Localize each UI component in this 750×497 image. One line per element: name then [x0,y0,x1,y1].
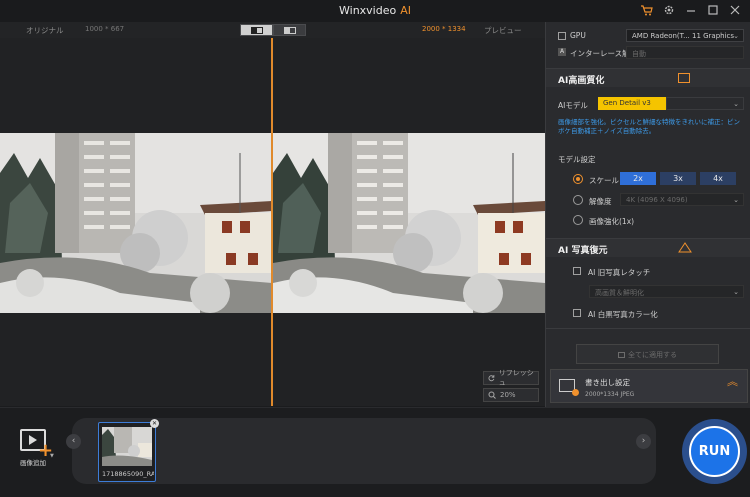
scale-label: スケール [589,176,619,185]
remove-thumbnail-icon[interactable]: ✕ [150,419,159,428]
settings-panel: GPU AMD Radeon(T... 11 Graphics ⌄ A インター… [545,22,750,407]
bottom-bar: + ▼ 画像追加 ‹ › 1718865090_RA ✕ RUN [0,407,750,497]
close-icon[interactable] [728,3,742,17]
gpu-value: AMD Radeon(T... 11 Graphics [632,32,735,40]
old-photo-select[interactable]: 高画質＆鮮明化 ⌄ [589,285,744,298]
chevron-down-icon: ⌄ [733,32,739,40]
gpu-select[interactable]: AMD Radeon(T... 11 Graphics ⌄ [626,29,744,42]
resolution-label: 解像度 [589,197,612,206]
minimize-icon[interactable] [684,3,698,17]
model-settings-label: モデル設定 [558,155,596,164]
thumbnail-strip [72,418,656,484]
scale-3x-button[interactable]: 3x [660,172,696,185]
export-title: 書き出し設定 [585,378,630,387]
add-image-label: 画像追加 [20,459,46,467]
upscale-icon [678,73,690,83]
window-title: Winxvideo AI [0,4,750,17]
scale-radio[interactable] [573,174,583,184]
restore-icon [678,242,692,253]
export-info: 2000*1334 JPEG [585,391,635,398]
export-settings-icon [559,379,579,396]
run-button[interactable]: RUN [682,419,747,484]
thumbnail-image [102,427,152,466]
zoom-icon [488,391,496,399]
gpu-checkbox[interactable] [558,32,566,40]
output-resolution: 2000 * 1334 [422,25,466,33]
old-photo-value: 高画質＆鮮明化 [595,289,644,297]
deinterlace-icon: A [558,48,566,56]
thumbnail-item[interactable]: 1718865090_RA ✕ [98,419,159,482]
chevron-up-icon[interactable]: ︽ [727,376,738,387]
apply-all-button[interactable]: 全てに適用する [576,344,719,364]
scroll-left-button[interactable]: ‹ [66,434,81,449]
refresh-icon [488,375,495,382]
model-value: Gen Detail v3 [603,99,651,107]
export-settings[interactable]: 書き出し設定 2000*1334 JPEG ︽ [550,369,748,403]
enhance-radio[interactable] [573,215,583,225]
refresh-button[interactable]: リフレッシュ [483,369,539,387]
model-select-dropdown[interactable]: ⌄ [666,97,744,110]
app-name: Winxvideo [339,4,397,17]
chevron-down-icon: ⌄ [733,196,739,204]
model-label: AIモデル [558,101,588,110]
apply-all-label: 全てに適用する [628,351,677,359]
side-by-side-view-button[interactable] [273,24,306,36]
app-name-ai: AI [400,4,411,17]
preview-canvas[interactable]: リフレッシュ 20% [0,38,545,406]
split-view-button[interactable] [240,24,273,36]
deinterlace-select[interactable]: 自動 [626,46,744,59]
add-image-button[interactable]: + ▼ 画像追加 [12,429,54,477]
resolution-select[interactable]: 4K (4096 X 4096) ⌄ [620,193,744,206]
original-image [0,133,272,313]
resolution-radio[interactable] [573,195,583,205]
original-label: オリジナル [26,26,64,35]
preview-image [273,133,545,313]
restore-title: AI 写真復元 [558,246,608,256]
upscale-title: AI高画質化 [558,76,605,86]
resolution-value: 4K (4096 X 4096) [626,196,688,204]
maximize-icon[interactable] [706,3,720,17]
apply-icon [618,352,625,358]
preview-label: プレビュー [484,26,522,35]
zoom-indicator[interactable]: 20% [483,388,539,402]
cart-icon[interactable] [640,3,654,17]
run-label: RUN [689,426,740,477]
side-by-side-icon [283,26,296,34]
thumbnail-name: 1718865090_RA [102,470,154,478]
zoom-value: 20% [500,391,516,399]
model-description: 画像細部を強化。ピクセルと鮮細な特徴をきれいに補正：ピンボケ自動補正＋ノイズ自動… [558,118,740,135]
colorize-label: AI 白黒写真カラー化 [588,310,658,319]
gpu-label: GPU [570,31,586,40]
enhance-label: 画像強化(1x) [589,217,635,226]
old-photo-checkbox[interactable] [573,267,581,275]
original-resolution: 1000 * 667 [85,25,125,33]
refresh-label: リフレッシュ [498,369,534,387]
title-bar: Winxvideo AI [0,0,750,22]
chevron-down-icon: ⌄ [733,288,739,296]
colorize-checkbox[interactable] [573,309,581,317]
split-view-icon [250,26,263,34]
model-select[interactable]: Gen Detail v3 [598,97,666,110]
view-mode-toggle [240,24,306,36]
scale-2x-button[interactable]: 2x [620,172,656,185]
old-photo-label: AI 旧写真レタッチ [588,268,651,277]
scroll-right-button[interactable]: › [636,434,651,449]
gear-icon[interactable] [662,3,676,17]
compare-slider[interactable] [271,38,273,406]
deinterlace-value: 自動 [632,50,646,58]
chevron-down-icon: ⌄ [733,100,739,108]
scale-4x-button[interactable]: 4x [700,172,736,185]
